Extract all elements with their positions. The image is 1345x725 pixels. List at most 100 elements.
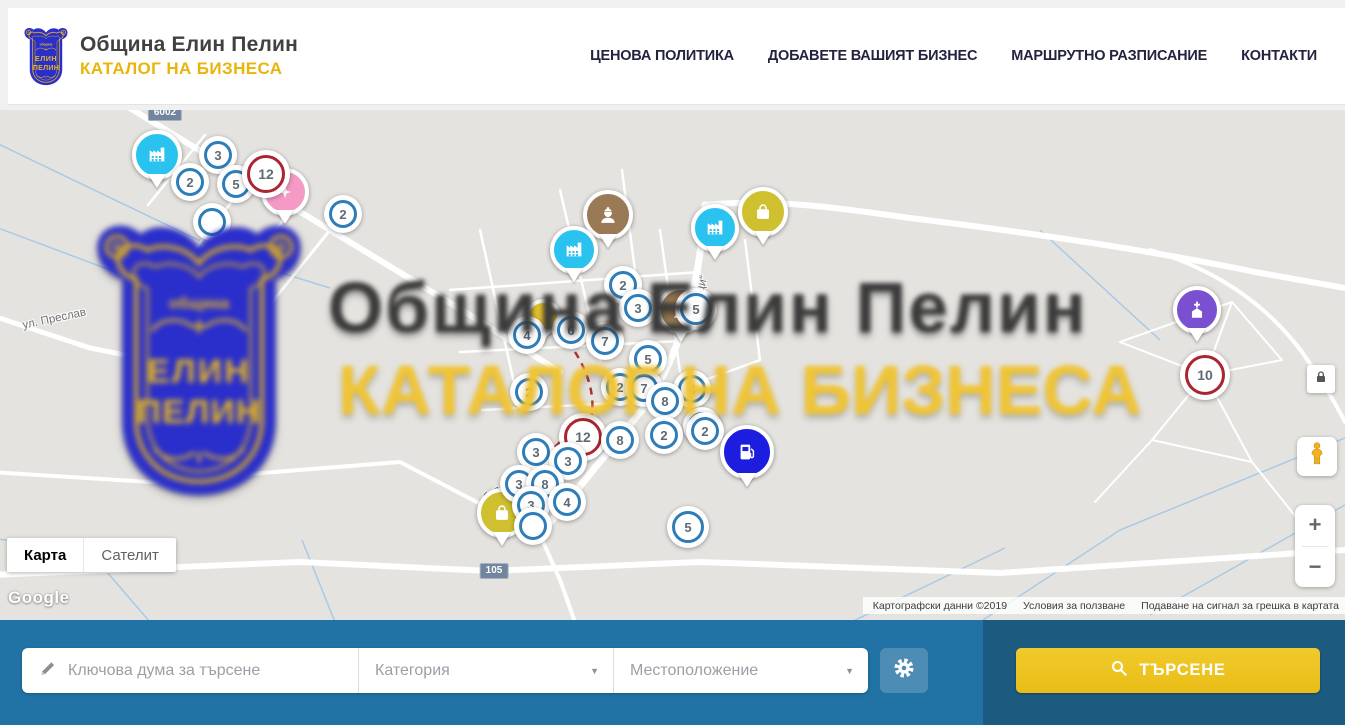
chevron-down-icon: ▼ xyxy=(845,666,854,676)
page: община ЕЛИН ПЕЛИН Община Елин Пелин КАТА… xyxy=(0,0,1345,725)
church-pin[interactable] xyxy=(1173,286,1221,334)
cluster-marker[interactable]: 2 xyxy=(324,195,362,233)
factory-icon xyxy=(691,204,739,252)
cluster-count: 4 xyxy=(553,488,581,516)
factory-icon xyxy=(550,226,598,274)
cluster-count: 7 xyxy=(591,327,619,355)
cluster-marker[interactable]: 2 xyxy=(510,373,548,411)
site-logo[interactable]: община ЕЛИН ПЕЛИН Община Елин Пелин КАТА… xyxy=(22,25,298,87)
cluster-marker[interactable]: 2 xyxy=(686,412,724,450)
pin-tail xyxy=(148,174,166,188)
search-button-label: ТЪРСЕНЕ xyxy=(1139,661,1225,680)
search-box: Категория ▼ Местоположение ▼ xyxy=(22,648,868,693)
cluster-marker[interactable]: 7 xyxy=(586,322,624,360)
category-select-label: Категория xyxy=(375,662,450,680)
map-canvas[interactable]: община ЕЛИН ПЕЛИН Община Елин Пелин КАТА… xyxy=(0,110,1345,620)
cluster-marker[interactable]: 5 xyxy=(675,288,717,330)
cluster-count: 3 xyxy=(522,438,550,466)
map-type-satellite-button[interactable]: Сателит xyxy=(83,538,176,572)
cluster-count: 2 xyxy=(176,168,204,196)
pegman-button[interactable] xyxy=(1297,437,1337,476)
nav-item[interactable]: ЦЕНОВА ПОЛИТИКА xyxy=(590,48,734,64)
cluster-count: 12 xyxy=(247,155,285,193)
cluster-count: 5 xyxy=(672,511,704,543)
pencil-icon xyxy=(38,658,58,683)
cluster-marker[interactable]: 12 xyxy=(242,150,290,198)
nav-item[interactable]: ДОБАВЕТЕ ВАШИЯТ БИЗНЕС xyxy=(768,48,977,64)
bag-pin[interactable] xyxy=(738,187,788,237)
zoom-control: + − xyxy=(1295,505,1335,587)
svg-text:ПЕЛИН: ПЕЛИН xyxy=(33,64,59,72)
cluster-count: 2 xyxy=(329,200,357,228)
pegman-icon xyxy=(1304,440,1330,473)
pin-tail xyxy=(738,473,756,487)
lock-icon xyxy=(1313,369,1329,390)
google-logo[interactable]: Google xyxy=(8,588,70,608)
cluster-marker[interactable]: 4 xyxy=(508,316,546,354)
svg-text:ЕЛИН: ЕЛИН xyxy=(35,55,57,63)
cluster-marker[interactable]: 5 xyxy=(667,506,709,548)
map-type-control: Карта Сателит xyxy=(7,538,176,572)
location-select-label: Местоположение xyxy=(630,662,758,680)
gear-icon xyxy=(892,656,916,685)
cluster-count: 2 xyxy=(515,378,543,406)
pin-tail xyxy=(1188,328,1206,342)
cluster-count: 2 xyxy=(691,417,719,445)
location-select[interactable]: Местоположение ▼ xyxy=(613,648,868,693)
cluster-marker[interactable] xyxy=(514,507,552,545)
keyword-section xyxy=(22,648,358,693)
attribution-link[interactable]: Условия за ползване xyxy=(1023,600,1125,612)
svg-text:община: община xyxy=(40,43,53,47)
factory-pin[interactable] xyxy=(550,226,598,274)
road-number-badge: 105 xyxy=(480,563,509,579)
cluster-marker[interactable]: 3 xyxy=(619,289,657,327)
keyword-input[interactable] xyxy=(68,662,346,680)
category-select[interactable]: Категория ▼ xyxy=(358,648,613,693)
search-button[interactable]: ТЪРСЕНЕ xyxy=(1016,648,1320,693)
map-type-map-button[interactable]: Карта xyxy=(7,538,83,572)
factory-pin[interactable] xyxy=(691,204,739,252)
cluster-count: 5 xyxy=(680,293,712,325)
cluster-count: 4 xyxy=(513,321,541,349)
site-tagline: КАТАЛОГ НА БИЗНЕСА xyxy=(80,59,298,79)
cluster-marker[interactable]: 8 xyxy=(601,421,639,459)
cluster-marker[interactable]: 2 xyxy=(171,163,209,201)
cluster-count: 10 xyxy=(1185,355,1225,395)
fuel-icon xyxy=(720,425,774,479)
header: община ЕЛИН ПЕЛИН Община Елин Пелин КАТА… xyxy=(8,8,1345,105)
cluster-marker[interactable]: 10 xyxy=(1180,350,1230,400)
site-name: Община Елин Пелин xyxy=(80,33,298,57)
cluster-marker[interactable]: 2 xyxy=(645,416,683,454)
pin-tail xyxy=(493,532,511,546)
search-bar: Категория ▼ Местоположение ▼ ТЪРСЕНЕ xyxy=(0,620,1345,725)
zoom-in-button[interactable]: + xyxy=(1295,505,1335,546)
cluster-marker[interactable]: 6 xyxy=(552,311,590,349)
cluster-marker[interactable] xyxy=(193,203,231,241)
nav-item[interactable]: КОНТАКТИ xyxy=(1241,48,1317,64)
pin-tail xyxy=(276,210,294,224)
pin-tail xyxy=(599,234,617,248)
fuel-pin[interactable] xyxy=(720,425,774,479)
main-nav: ЦЕНОВА ПОЛИТИКА ДОБАВЕТЕ ВАШИЯТ БИЗНЕС МАР… xyxy=(590,48,1317,64)
cluster-count xyxy=(519,512,547,540)
municipality-crest-icon: община ЕЛИН ПЕЛИН xyxy=(22,25,70,87)
bag-icon xyxy=(738,187,788,237)
search-icon xyxy=(1110,659,1128,682)
road-number-badge: 6002 xyxy=(148,110,182,121)
church-icon xyxy=(1173,286,1221,334)
cluster-count: 3 xyxy=(204,141,232,169)
cluster-marker[interactable]: 4 xyxy=(548,483,586,521)
map-attribution: Картографски данни ©2019Условия за ползв… xyxy=(863,597,1345,614)
zoom-out-button[interactable]: − xyxy=(1295,547,1335,588)
cluster-count: 6 xyxy=(557,316,585,344)
advanced-settings-button[interactable] xyxy=(880,648,928,693)
nav-item[interactable]: МАРШРУТНО РАЗПИСАНИЕ xyxy=(1011,48,1207,64)
cluster-count: 8 xyxy=(651,387,679,415)
pin-tail xyxy=(672,328,690,342)
fullscreen-lock-button[interactable] xyxy=(1307,365,1335,393)
attribution-link[interactable]: Подаване на сигнал за грешка в картата xyxy=(1141,600,1339,612)
pin-tail xyxy=(565,268,583,282)
cluster-count xyxy=(198,208,226,236)
cluster-marker[interactable]: 8 xyxy=(646,382,684,420)
pin-tail xyxy=(706,246,724,260)
